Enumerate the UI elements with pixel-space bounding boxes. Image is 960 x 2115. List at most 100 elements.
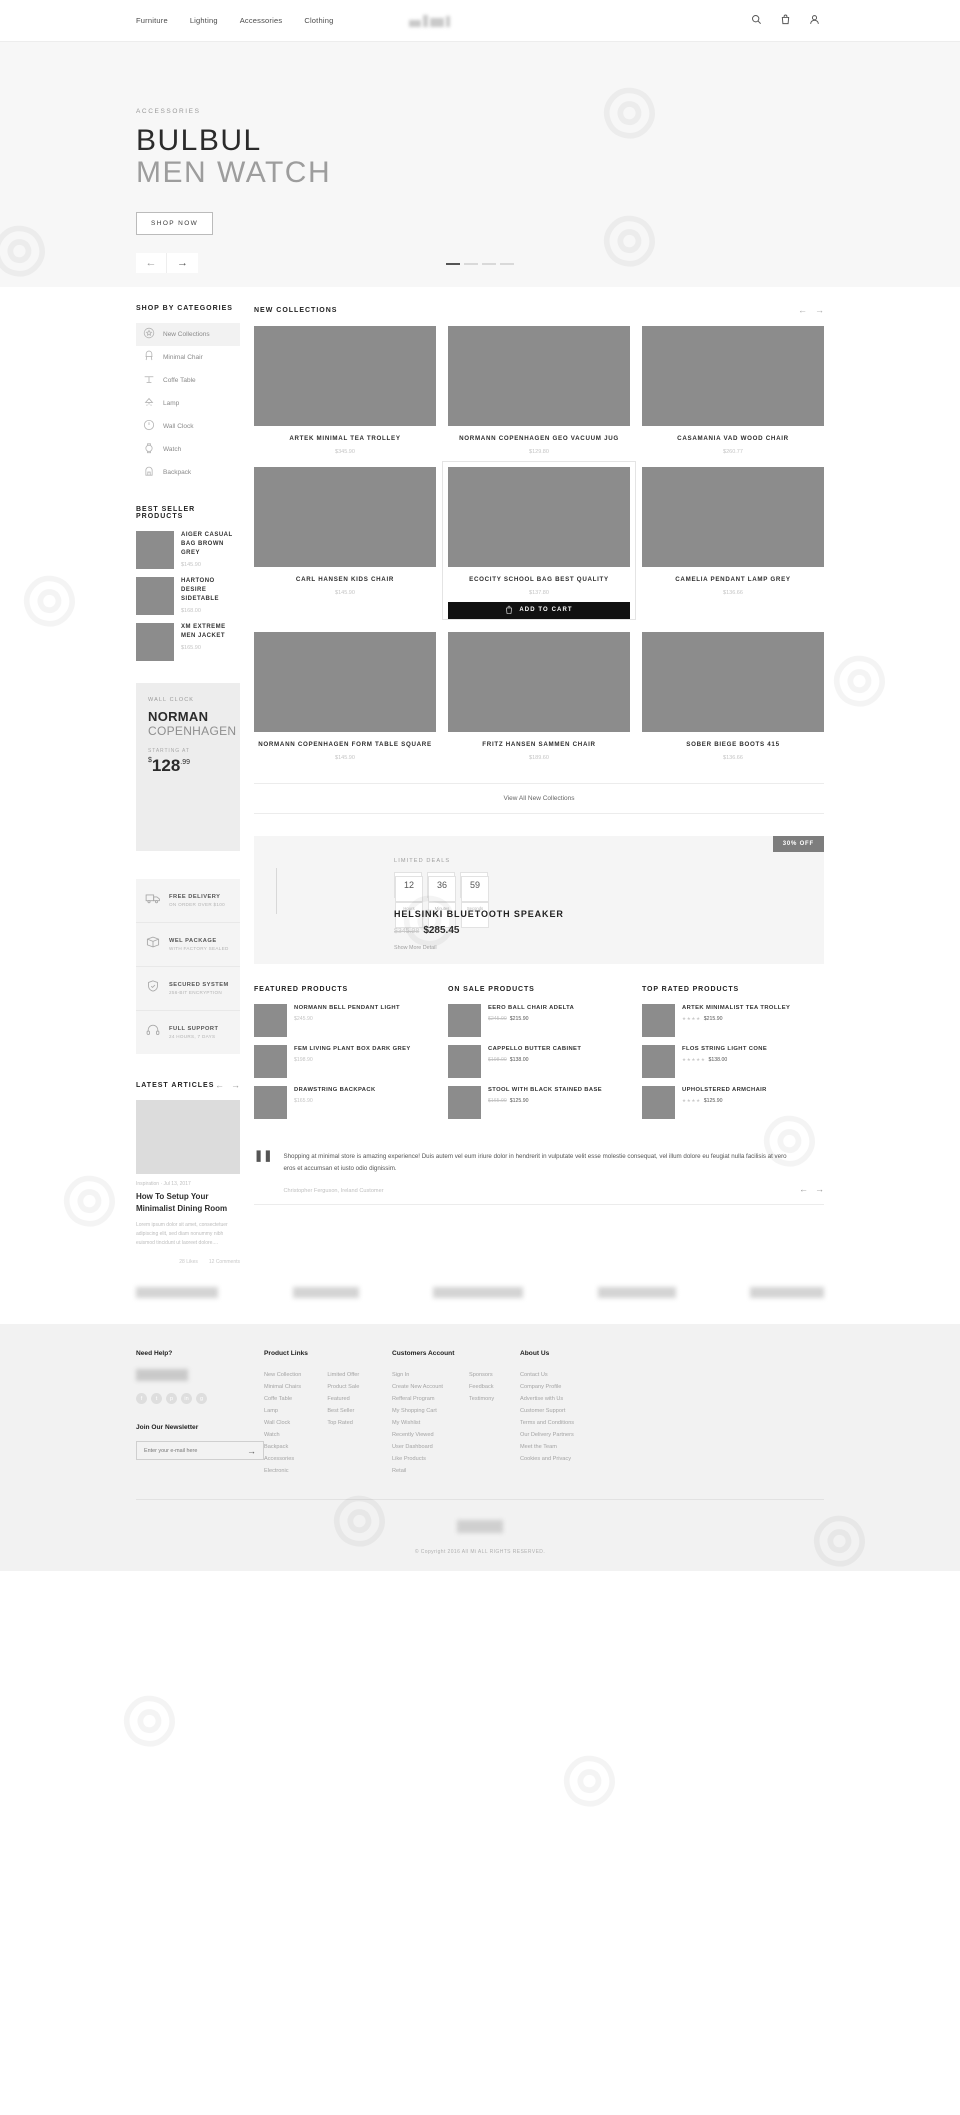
footer-link[interactable]: Advertise with Us bbox=[520, 1393, 648, 1405]
sidebar-item-backpack[interactable]: Backpack bbox=[136, 461, 240, 484]
facebook-icon[interactable]: f bbox=[136, 1393, 147, 1405]
hero-prev-arrow[interactable]: ← bbox=[136, 253, 167, 273]
articles-next-arrow[interactable]: → bbox=[231, 1080, 240, 1090]
hero-next-arrow[interactable]: → bbox=[167, 253, 198, 273]
list-item[interactable]: ARTEK MINIMALIST TEA TROLLEY ★★★★ $215.9… bbox=[642, 1003, 824, 1037]
footer-link[interactable]: Watch bbox=[264, 1429, 301, 1441]
newsletter-email-input[interactable] bbox=[144, 1447, 247, 1454]
footer-link[interactable]: Accessories bbox=[264, 1453, 301, 1465]
footer-link[interactable]: Sponsors bbox=[469, 1369, 494, 1381]
add-to-cart-button[interactable]: ADD TO CART bbox=[448, 601, 630, 619]
bag-icon[interactable] bbox=[780, 12, 791, 30]
footer-link[interactable]: Sign In bbox=[392, 1369, 443, 1381]
collections-prev-arrow[interactable]: ← bbox=[798, 305, 807, 315]
linkedin-icon[interactable]: in bbox=[181, 1393, 192, 1405]
footer-link[interactable]: Wall Clock bbox=[264, 1417, 301, 1429]
footer-link[interactable]: Best Seller bbox=[327, 1405, 359, 1417]
footer-link[interactable]: Cookies and Privacy bbox=[520, 1453, 648, 1465]
footer-link[interactable]: User Dashboard bbox=[392, 1441, 443, 1453]
product-thumbnail bbox=[448, 1003, 481, 1037]
footer-link[interactable]: New Collection bbox=[264, 1369, 301, 1381]
footer-link[interactable]: Lamp bbox=[264, 1405, 301, 1417]
footer-link[interactable]: Customer Support bbox=[520, 1405, 648, 1417]
list-item[interactable]: UPHOLSTERED ARMCHAIR ★★★★ $125.90 bbox=[642, 1085, 824, 1119]
promo-card[interactable]: WALL CLOCK NORMAN COPENHAGEN STARTING AT… bbox=[136, 683, 240, 851]
product-card[interactable]: CARL HANSEN KIDS CHAIR $145.90 bbox=[254, 466, 436, 620]
shop-now-button[interactable]: SHOP NOW bbox=[136, 211, 214, 235]
product-card[interactable]: SOBER BIEGE BOOTS 415 $136.66 bbox=[642, 631, 824, 761]
sidebar-item-wall-clock[interactable]: Wall Clock bbox=[136, 415, 240, 438]
best-seller-item[interactable]: AIGER CASUAL BAG BROWN GREY $145.90 bbox=[136, 531, 240, 569]
newsletter-form[interactable]: → bbox=[136, 1441, 264, 1461]
testimonial-next-arrow[interactable]: → bbox=[815, 1184, 824, 1194]
product-card[interactable]: NORMANN COPENHAGEN FORM TABLE SQUARE $14… bbox=[254, 631, 436, 761]
footer-link[interactable]: Backpack bbox=[264, 1441, 301, 1453]
list-item[interactable]: EERO BALL CHAIR ADELTA $245.90 $215.90 bbox=[448, 1003, 630, 1037]
footer-link[interactable]: My Wishlist bbox=[392, 1417, 443, 1429]
footer-link[interactable]: My Shopping Cart bbox=[392, 1405, 443, 1417]
list-item[interactable]: DRAWSTRING BACKPACK $165.90 bbox=[254, 1085, 436, 1119]
list-item[interactable]: FEM LIVING PLANT BOX DARK GREY $198.90 bbox=[254, 1044, 436, 1078]
pinterest-icon[interactable]: p bbox=[166, 1393, 177, 1405]
footer-link[interactable]: Create New Account bbox=[392, 1381, 443, 1393]
footer-link[interactable]: Electronic bbox=[264, 1465, 301, 1477]
footer-link[interactable]: Minimal Chairs bbox=[264, 1381, 301, 1393]
footer-link[interactable]: Like Products bbox=[392, 1453, 443, 1465]
product-card[interactable]: CAMELIA PENDANT LAMP GREY $136.66 bbox=[642, 466, 824, 620]
site-logo[interactable] bbox=[409, 14, 451, 27]
best-seller-item[interactable]: XM EXTREME MEN JACKET $165.90 bbox=[136, 623, 240, 661]
footer-link[interactable]: Top Rated bbox=[327, 1417, 359, 1429]
testimonial-prev-arrow[interactable]: ← bbox=[799, 1184, 808, 1194]
list-item[interactable]: STOOL WITH BLACK STAINED BASE $165.90 $12… bbox=[448, 1085, 630, 1119]
slider-dot[interactable] bbox=[464, 263, 478, 265]
footer-link[interactable]: Meet the Team bbox=[520, 1441, 648, 1453]
user-icon[interactable] bbox=[809, 12, 820, 30]
product-card[interactable]: ARTEK MINIMAL TEA TROLLEY $345.90 bbox=[254, 326, 436, 455]
product-card[interactable]: NORMANN COPENHAGEN GEO VACUUM JUG $129.8… bbox=[448, 326, 630, 455]
footer-link[interactable]: Company Profile bbox=[520, 1381, 648, 1393]
articles-prev-arrow[interactable]: ← bbox=[215, 1080, 224, 1090]
footer-link[interactable]: Refferal Program bbox=[392, 1393, 443, 1405]
product-card[interactable]: FRITZ HANSEN SAMMEN CHAIR $189.60 bbox=[448, 631, 630, 761]
list-item[interactable]: CAPPELLO BUTTER CABINET $198.00 $138.00 bbox=[448, 1044, 630, 1078]
list-item[interactable]: NORMANN BELL PENDANT LIGHT $245.90 bbox=[254, 1003, 436, 1037]
nav-link-clothing[interactable]: Clothing bbox=[304, 16, 333, 25]
footer-link[interactable]: Product Sale bbox=[327, 1381, 359, 1393]
footer-link[interactable]: Testimony bbox=[469, 1393, 494, 1405]
nav-link-furniture[interactable]: Furniture bbox=[136, 16, 168, 25]
footer-link[interactable]: Terms and Conditions bbox=[520, 1417, 648, 1429]
testimonial-author: Christopher Ferguson, Ireland Customer bbox=[283, 1188, 788, 1194]
sidebar-item-new-collections[interactable]: New Collections bbox=[136, 323, 240, 346]
product-card-hovered[interactable]: ECOCITY SCHOOL BAG BEST QUALITY $137.80 … bbox=[442, 460, 636, 620]
footer-link[interactable]: Coffe Table bbox=[264, 1393, 301, 1405]
footer-link[interactable]: Our Delivery Partners bbox=[520, 1429, 648, 1441]
article-title[interactable]: How To Setup Your Minimalist Dining Room bbox=[136, 1191, 240, 1215]
brand-logo-strip bbox=[0, 1265, 960, 1324]
view-all-collections-link[interactable]: View All New Collections bbox=[254, 782, 824, 814]
slider-dot[interactable] bbox=[482, 263, 496, 265]
slider-dot[interactable] bbox=[500, 263, 514, 265]
sidebar-item-lamp[interactable]: Lamp bbox=[136, 392, 240, 415]
google-plus-icon[interactable]: g bbox=[196, 1393, 207, 1405]
sidebar-item-coffe-table[interactable]: Coffe Table bbox=[136, 369, 240, 392]
collections-next-arrow[interactable]: → bbox=[815, 305, 824, 315]
nav-link-lighting[interactable]: Lighting bbox=[190, 16, 218, 25]
nav-link-accessories[interactable]: Accessories bbox=[240, 16, 283, 25]
product-card[interactable]: CASAMANIA VAD WOOD CHAIR $260.77 bbox=[642, 326, 824, 455]
article-image[interactable] bbox=[136, 1100, 240, 1174]
footer-link[interactable]: Contact Us bbox=[520, 1369, 648, 1381]
list-item[interactable]: FLOS STRING LIGHT CONE ★★★★★ $138.00 bbox=[642, 1044, 824, 1078]
newsletter-submit-arrow[interactable]: → bbox=[247, 1446, 256, 1456]
footer-link[interactable]: Retail bbox=[392, 1465, 443, 1477]
footer-link[interactable]: Feedback bbox=[469, 1381, 494, 1393]
slider-dot-active[interactable] bbox=[446, 263, 460, 265]
twitter-icon[interactable]: t bbox=[151, 1393, 162, 1405]
footer-link[interactable]: Limited Offer bbox=[327, 1369, 359, 1381]
footer-link[interactable]: Recently Viewed bbox=[392, 1429, 443, 1441]
best-seller-item[interactable]: HARTONO DESIRE SIDETABLE $168.00 bbox=[136, 577, 240, 615]
sidebar-item-watch[interactable]: Watch bbox=[136, 438, 240, 461]
sidebar-item-minimal-chair[interactable]: Minimal Chair bbox=[136, 346, 240, 369]
search-icon[interactable] bbox=[751, 12, 762, 30]
footer-link[interactable]: Featured bbox=[327, 1393, 359, 1405]
show-more-detail-link[interactable]: Show More Detail bbox=[394, 945, 564, 951]
